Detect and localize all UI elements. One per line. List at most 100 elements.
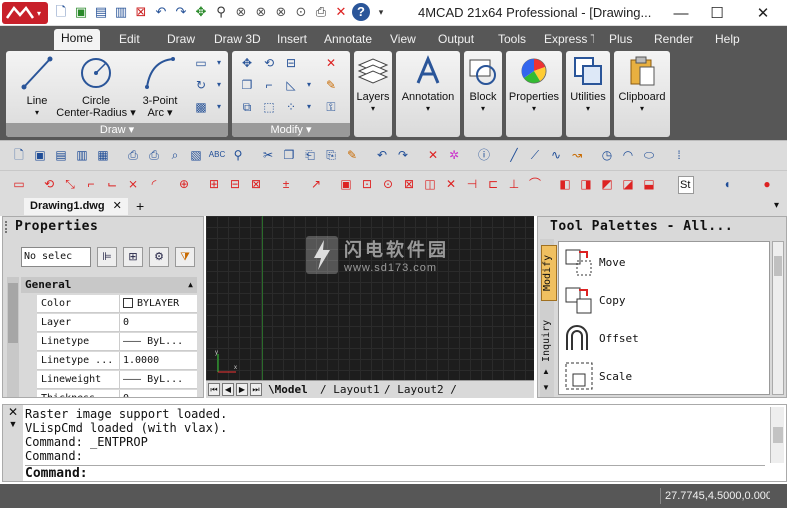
close-document-icon[interactable]: ✕ — [113, 200, 122, 212]
spline-icon[interactable]: ↝ — [568, 146, 586, 164]
paste-special-icon[interactable]: ⎘ — [322, 146, 340, 164]
export-icon[interactable]: ▦ — [94, 146, 112, 164]
property-row[interactable]: Linetype ——— ByL... — [37, 333, 197, 351]
snap-insertion-icon[interactable]: ⊏ — [484, 175, 502, 193]
array-dropdown-icon[interactable]: ▾ — [300, 99, 318, 115]
maximize-button[interactable]: ☐ — [702, 2, 732, 24]
tab-render[interactable]: Render — [654, 30, 693, 50]
snap-tangent-icon[interactable]: ⌒ — [526, 175, 544, 193]
break-icon[interactable]: ⨯ — [124, 175, 142, 193]
close-window-button[interactable]: ✕ — [748, 2, 778, 24]
find-icon[interactable]: ⚲ — [229, 146, 247, 164]
save-as-icon[interactable]: ▥ — [112, 3, 130, 21]
target-icon[interactable]: ⊕ — [175, 175, 193, 193]
quick-select-icon[interactable]: ⚙ — [149, 247, 169, 267]
command-input[interactable]: Command: — [25, 465, 765, 481]
modify-panel-title[interactable]: Modify ▾ — [232, 123, 350, 137]
scale-icon[interactable]: ⬚ — [260, 99, 278, 115]
snap-extension-icon[interactable]: ⊣ — [463, 175, 481, 193]
leader-icon[interactable]: ↗ — [307, 175, 325, 193]
snap-center-icon[interactable]: ⊙ — [379, 175, 397, 193]
filter-icon[interactable]: ⧩ — [175, 247, 195, 267]
paste-icon[interactable]: ⎗ — [301, 146, 319, 164]
xline-icon[interactable]: ⟋ — [526, 146, 544, 164]
dim-ordinate-icon[interactable]: ⊠ — [247, 175, 265, 193]
cancel-icon[interactable]: ✕ — [332, 3, 350, 21]
half-circle-icon[interactable]: ◖ — [718, 175, 736, 193]
mirror-icon[interactable]: ⊟ — [282, 55, 300, 71]
model-space-canvas[interactable]: 闪电软件园 www.sd173.com y x — [206, 216, 534, 380]
clipboard-button[interactable]: Clipboard ▾ — [614, 55, 670, 115]
color-control-icon[interactable]: ◧ — [556, 175, 574, 193]
move-icon[interactable]: ✥ — [238, 55, 256, 71]
polyline-icon[interactable]: ↻ — [192, 77, 210, 93]
tab-edit[interactable]: Edit — [119, 30, 140, 50]
tab-insert[interactable]: Insert — [277, 30, 307, 50]
tab-help[interactable]: Help — [715, 30, 740, 50]
command-scrollbar[interactable] — [770, 407, 784, 463]
plot-icon[interactable]: ⎙ — [145, 146, 163, 164]
rectangle-dropdown-icon[interactable]: ▾ — [210, 55, 228, 71]
polyline-icon[interactable]: ∿ — [547, 146, 565, 164]
selection-dropdown[interactable]: No selec — [21, 247, 91, 267]
snap-intersection-icon[interactable]: ✕ — [442, 175, 460, 193]
select-objects-icon[interactable]: ⊞ — [123, 247, 143, 267]
last-tab-icon[interactable]: ⏭ — [250, 383, 262, 396]
3-point-arc-button[interactable]: 3-Point Arc ▾ — [136, 55, 184, 119]
command-grip-icon[interactable]: ▼ — [3, 419, 23, 429]
properties-button[interactable]: Properties ▾ — [506, 55, 562, 115]
cut-icon[interactable]: ✂ — [259, 146, 277, 164]
collapse-icon[interactable]: ▲ — [188, 277, 193, 293]
tab-annotate[interactable]: Annotate — [324, 30, 372, 50]
lineweight-control-icon[interactable]: ◪ — [619, 175, 637, 193]
rotate-icon[interactable]: ⟲ — [260, 55, 278, 71]
cancel-icon[interactable]: ✕ — [424, 146, 442, 164]
first-tab-icon[interactable]: ⏮ — [208, 383, 220, 396]
trim-icon[interactable]: ⌐ — [260, 77, 278, 93]
tab-model[interactable]: \Model — [268, 382, 308, 398]
recover-icon[interactable]: ▥ — [73, 146, 91, 164]
tab-draw[interactable]: Draw — [167, 30, 195, 50]
erase-icon[interactable]: ✕ — [322, 55, 340, 71]
prev-tab-icon[interactable]: ◀ — [222, 383, 234, 396]
help-icon[interactable]: ? — [352, 3, 370, 21]
layer-control-icon[interactable]: ◨ — [577, 175, 595, 193]
new-document-button[interactable]: + — [136, 198, 144, 215]
palette-item-offset[interactable]: Offset — [563, 320, 763, 356]
hatch-icon[interactable]: ▩ — [192, 99, 210, 115]
tabs-overflow-icon[interactable]: ▾ — [774, 200, 779, 211]
dim-linear-icon[interactable]: ⊞ — [205, 175, 223, 193]
dim-aligned-icon[interactable]: ⊟ — [226, 175, 244, 193]
palette-item-scale[interactable]: Scale — [563, 358, 763, 394]
property-row[interactable]: Lineweight ——— ByL... — [37, 371, 197, 389]
match-properties-icon[interactable]: ✎ — [343, 146, 361, 164]
snap-perpendicular-icon[interactable]: ⊥ — [505, 175, 523, 193]
property-row[interactable]: Thickness 0 — [37, 390, 197, 397]
line-button[interactable]: Line ▾ — [12, 55, 62, 119]
category-general[interactable]: General ▲ — [21, 277, 197, 293]
save-icon[interactable]: ▤ — [52, 146, 70, 164]
block-button[interactable]: Block ▾ — [464, 55, 502, 115]
app-logo-icon[interactable]: ▾ — [2, 2, 48, 24]
copy-icon[interactable]: ❐ — [280, 146, 298, 164]
circle-x-icon[interactable]: ⊗ — [272, 3, 290, 21]
circle-icon[interactable]: ⊙ — [292, 3, 310, 21]
property-row[interactable]: Layer 0 — [37, 314, 197, 332]
tab-express-tools[interactable]: Express To — [544, 30, 594, 50]
palette-scrollbar[interactable] — [772, 241, 784, 395]
tab-plus[interactable]: Plus — [609, 30, 632, 50]
new-icon[interactable]: 🗋 — [52, 3, 70, 21]
palette-down-icon[interactable]: ▼ — [542, 383, 550, 392]
tab-home[interactable]: Home — [54, 29, 101, 50]
minimize-button[interactable]: — — [666, 2, 696, 24]
save-icon[interactable]: ▤ — [92, 3, 110, 21]
property-row[interactable]: Linetype ... 1.0000 — [37, 352, 197, 370]
settings-icon[interactable]: ✲ — [445, 146, 463, 164]
close-command-icon[interactable]: ✕ — [3, 405, 23, 419]
spellcheck-icon[interactable]: ABC — [208, 146, 226, 164]
properties-scrollbar[interactable] — [7, 277, 19, 397]
polyline-dropdown-icon[interactable]: ▾ — [210, 77, 228, 93]
tolerance-icon[interactable]: ± — [277, 175, 295, 193]
circle-x-icon[interactable]: ⊗ — [232, 3, 250, 21]
snap-quadrant-icon[interactable]: ◫ — [421, 175, 439, 193]
